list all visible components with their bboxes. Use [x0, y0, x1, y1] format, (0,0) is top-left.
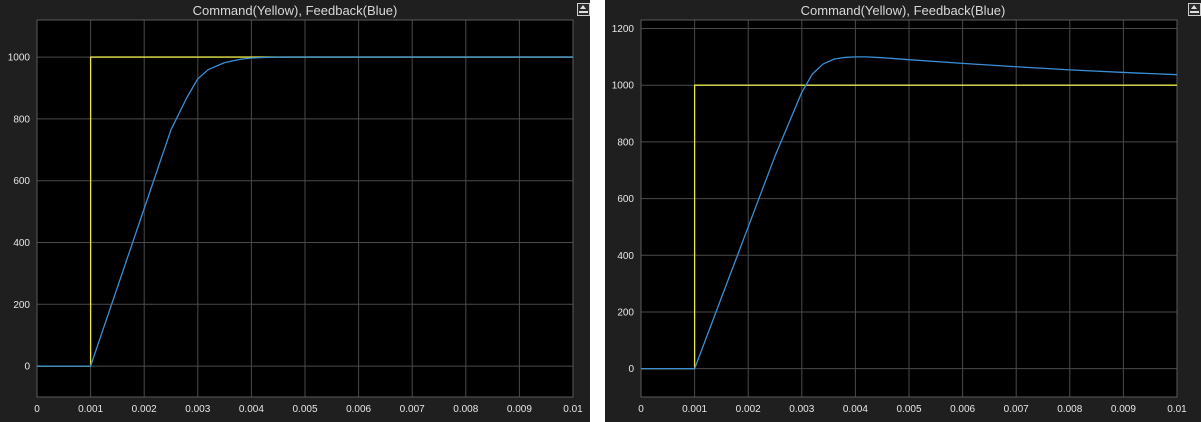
- x-tick-label: 0.005: [292, 404, 317, 415]
- x-tick-label: 0: [638, 404, 644, 415]
- x-tick-label: 0.003: [789, 404, 814, 415]
- pin-icon[interactable]: [1188, 3, 1201, 16]
- x-tick-label: 0.007: [1004, 404, 1029, 415]
- y-tick-label: 400: [13, 238, 30, 249]
- x-tick-label: 0.004: [843, 404, 868, 415]
- y-tick-label: 0: [24, 362, 30, 373]
- y-tick-label: 200: [13, 300, 30, 311]
- y-tick-label: 600: [13, 176, 30, 187]
- pin-icon[interactable]: [577, 3, 590, 16]
- y-tick-label: 1000: [8, 53, 31, 64]
- y-tick-label: 200: [617, 307, 634, 318]
- y-tick-label: 800: [13, 114, 30, 125]
- y-tick-label: 800: [617, 137, 634, 148]
- x-tick-label: 0.009: [1111, 404, 1136, 415]
- x-tick-label: 0.01: [563, 404, 583, 415]
- x-tick-label: 0.004: [239, 404, 264, 415]
- chart-title: Command(Yellow), Feedback(Blue): [800, 3, 1006, 18]
- chart-title: Command(Yellow), Feedback(Blue): [192, 3, 398, 18]
- x-tick-label: 0: [34, 404, 40, 415]
- y-tick-label: 600: [617, 194, 634, 205]
- y-tick-label: 1200: [612, 24, 635, 35]
- y-tick-label: 1000: [612, 81, 635, 92]
- x-tick-label: 0.009: [507, 404, 532, 415]
- x-tick-label: 0.008: [1057, 404, 1082, 415]
- y-tick-label: 0: [628, 364, 634, 375]
- y-tick-label: 400: [617, 251, 634, 262]
- x-tick-label: 0.007: [400, 404, 425, 415]
- chart-left: 0 0.001 0.002 0.003 0.004 0.005 0.006 0.007 0.00…: [8, 19, 583, 415]
- chart-right: 0 0.001 0.002 0.003 0.004 0.005 0.006 0.007 0.00…: [612, 19, 1187, 415]
- x-tick-label: 0.002: [132, 404, 157, 415]
- x-tick-label: 0.001: [78, 404, 103, 415]
- x-tick-label: 0.01: [1167, 404, 1187, 415]
- x-tick-label: 0.006: [950, 404, 975, 415]
- scope-panel-left: 0 0.001 0.002 0.003 0.004 0.005 0.006 0.007 0.00…: [0, 0, 590, 422]
- x-tick-label: 0.006: [346, 404, 371, 415]
- x-tick-label: 0.005: [896, 404, 921, 415]
- x-tick-label: 0.003: [185, 404, 210, 415]
- x-tick-label: 0.002: [736, 404, 761, 415]
- x-tick-label: 0.008: [453, 404, 478, 415]
- scope-panel-right: 0 0.001 0.002 0.003 0.004 0.005 0.006 0.007 0.00…: [605, 0, 1201, 422]
- x-tick-label: 0.001: [682, 404, 707, 415]
